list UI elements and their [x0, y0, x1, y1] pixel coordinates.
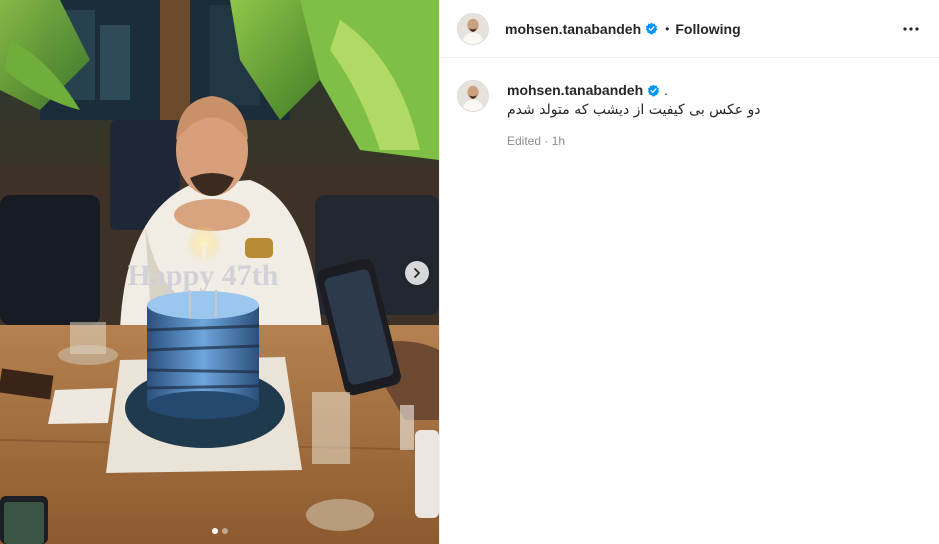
- caption-header: mohsen.tanabandeh .: [507, 82, 917, 98]
- verified-badge-icon: [647, 84, 660, 97]
- birthday-photo-illustration: Happy 47th: [0, 0, 439, 544]
- profile-photo-icon: [458, 81, 488, 111]
- cake-topper-text: Happy 47th: [128, 259, 279, 292]
- following-button[interactable]: Following: [675, 21, 740, 37]
- caption-username[interactable]: mohsen.tanabandeh: [507, 82, 643, 98]
- carousel-dot-active: [211, 528, 218, 534]
- more-options-button[interactable]: [901, 19, 921, 39]
- avatar[interactable]: [457, 12, 489, 45]
- post-timestamp: Edited · 1h: [507, 134, 566, 148]
- carousel-dot: [221, 528, 228, 534]
- caption-text: دو عکس بی کیفیت از دیشب که متولد شدم: [507, 102, 761, 118]
- profile-photo-icon: [458, 13, 488, 44]
- panel-divider: [439, 0, 440, 544]
- carousel-indicator: [0, 528, 439, 534]
- caption-punctuation: .: [664, 82, 669, 98]
- chevron-right-icon: [414, 268, 420, 278]
- caption-avatar[interactable]: [457, 80, 489, 112]
- verified-badge-icon: [645, 22, 658, 35]
- more-options-icon: [903, 27, 919, 31]
- caption-body: mohsen.tanabandeh . دو عکس بی کیفیت از د…: [507, 82, 917, 148]
- post-header: mohsen.tanabandeh • Following: [440, 0, 939, 58]
- post-photo[interactable]: Happy 47th: [0, 0, 439, 544]
- author-username[interactable]: mohsen.tanabandeh: [505, 21, 641, 37]
- carousel-next-button[interactable]: [405, 261, 429, 285]
- header-separator: •: [665, 21, 670, 36]
